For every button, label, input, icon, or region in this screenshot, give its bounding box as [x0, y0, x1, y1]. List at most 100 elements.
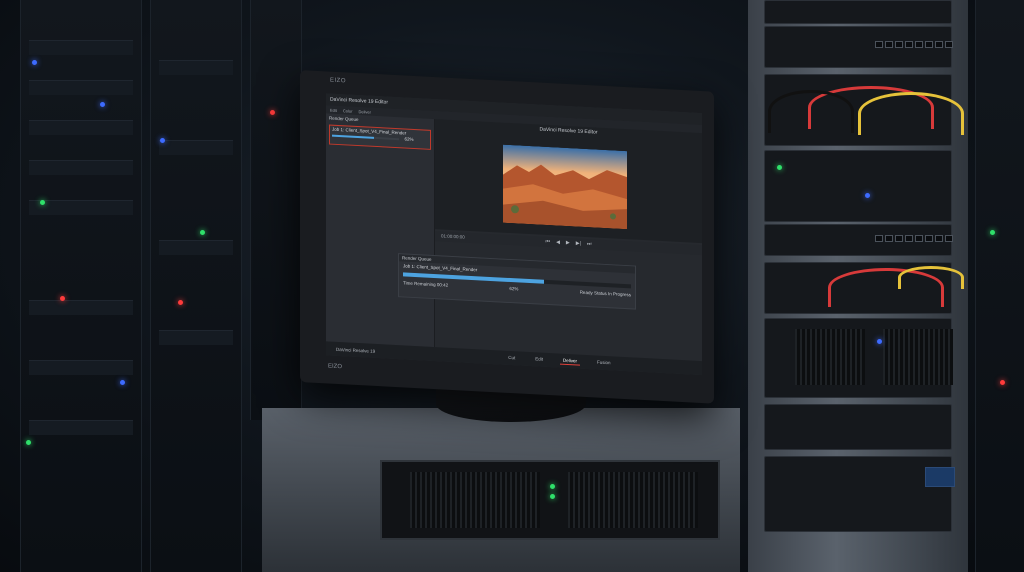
render-status: Ready Status In Progress: [580, 290, 631, 298]
rack-unit: [29, 300, 133, 315]
status-led: [1000, 380, 1005, 385]
window-title: DaVinci Resolve 19 Editor: [330, 96, 388, 106]
preview-frame: [503, 144, 627, 230]
status-led: [777, 165, 782, 170]
monitor-brand-logo-bottom: EIZO: [328, 363, 343, 371]
ethernet-port: [895, 41, 903, 48]
vent-grille: [410, 472, 540, 528]
background-rack-far-right: [975, 0, 1024, 572]
ethernet-port: [885, 41, 893, 48]
skip-forward-icon[interactable]: ⏭: [587, 241, 592, 247]
rack-unit: [159, 240, 233, 255]
status-led: [200, 230, 205, 235]
server-unit: [764, 150, 952, 222]
page-tab-fusion[interactable]: Fusion: [594, 358, 614, 367]
menu-item-edit[interactable]: Edit: [330, 107, 337, 112]
job-progress-bar: [332, 134, 400, 141]
network-cable: [768, 90, 854, 133]
time-remaining-label: Time Remaining: [403, 280, 436, 288]
page-navigation: Cut Edit Deliver Fusion: [505, 354, 613, 368]
server-rack: [748, 0, 968, 572]
status-led: [160, 138, 165, 143]
server-cabinet: [262, 408, 740, 572]
desert-landscape-image: [503, 144, 627, 230]
lcd-display: [925, 467, 955, 487]
network-switch: [764, 224, 953, 256]
status-value: In Progress: [607, 291, 631, 298]
page-tab-deliver[interactable]: Deliver: [559, 356, 580, 366]
network-cable: [858, 92, 964, 135]
monitor: EIZO DaVinci Resolve 19 Editor Edit Colo…: [300, 70, 714, 404]
background-rack-center: [150, 0, 242, 572]
play-icon[interactable]: ▶: [566, 240, 570, 246]
status-led: [270, 110, 275, 115]
rack-unit: [29, 360, 133, 375]
render-job-item[interactable]: Job 1: Client_Spot_V4_Final_Render 62%: [329, 124, 431, 150]
ethernet-port: [935, 41, 943, 48]
editor-screen: DaVinci Resolve 19 Editor Edit Color Del…: [326, 93, 702, 376]
page-tab-cut[interactable]: Cut: [505, 354, 518, 363]
rack-unit: [29, 40, 133, 55]
rack-unit: [764, 404, 952, 450]
vent-grille: [568, 472, 698, 528]
rack-unit: [29, 420, 133, 435]
status-led: [60, 296, 65, 301]
status-led: [32, 60, 37, 65]
rack-unit: [159, 140, 233, 155]
status-led: [178, 300, 183, 305]
skip-back-icon[interactable]: ⏮: [546, 239, 551, 245]
rack-unit: [29, 80, 133, 95]
status-led: [40, 200, 45, 205]
page-tab-edit[interactable]: Edit: [532, 355, 546, 364]
timecode: 01:00:00:00: [441, 233, 465, 240]
render-percent: 62%: [509, 285, 519, 292]
status-led: [877, 339, 882, 344]
monitor-brand-logo: EIZO: [330, 77, 347, 85]
job-progress-fill: [332, 134, 374, 139]
ups-unit: [764, 456, 955, 532]
ethernet-port: [895, 235, 903, 242]
status-label: Ready Status: [579, 289, 607, 297]
status-led: [26, 440, 31, 445]
port-row: [875, 41, 953, 48]
ethernet-port: [915, 235, 923, 242]
rack-unit: [159, 60, 233, 75]
rack-unit: [29, 160, 133, 175]
ethernet-port: [885, 235, 893, 242]
ethernet-port: [875, 41, 883, 48]
background-rack-right: [250, 0, 302, 420]
app-name: DaVinci Resolve 19: [336, 346, 376, 354]
viewer-panel: DaVinci Resolve 19 Editor: [435, 119, 702, 244]
port-row: [875, 235, 953, 242]
ethernet-port: [905, 235, 913, 242]
rack-unit: [159, 330, 233, 345]
step-back-icon[interactable]: ◀: [556, 239, 560, 245]
job-progress-label: 62%: [404, 136, 414, 142]
rack-unit: [29, 120, 133, 135]
ethernet-port: [905, 41, 913, 48]
status-led: [550, 484, 555, 489]
time-remaining: Time Remaining 00:42: [403, 280, 448, 287]
ethernet-port: [915, 41, 923, 48]
ethernet-port: [925, 41, 933, 48]
vent-grille: [795, 329, 865, 385]
menu-item-deliver[interactable]: Deliver: [358, 109, 370, 115]
status-led: [865, 193, 870, 198]
ethernet-port: [945, 41, 953, 48]
status-led: [550, 494, 555, 499]
menu-item-color[interactable]: Color: [343, 108, 353, 114]
ethernet-port: [925, 235, 933, 242]
status-led: [120, 380, 125, 385]
server-unit: [380, 460, 720, 540]
background-rack-left: [20, 0, 142, 572]
ethernet-port: [945, 235, 953, 242]
server-room-scene: EIZO DaVinci Resolve 19 Editor Edit Colo…: [0, 0, 1024, 572]
status-led: [990, 230, 995, 235]
step-forward-icon[interactable]: ▶|: [576, 240, 581, 246]
network-switch: [764, 26, 953, 68]
status-led: [100, 102, 105, 107]
page-bar: DaVinci Resolve 19 Cut Edit Deliver Fusi…: [326, 341, 702, 376]
ethernet-port: [875, 235, 883, 242]
network-cable: [898, 266, 964, 289]
time-remaining-value: 00:42: [436, 282, 449, 288]
